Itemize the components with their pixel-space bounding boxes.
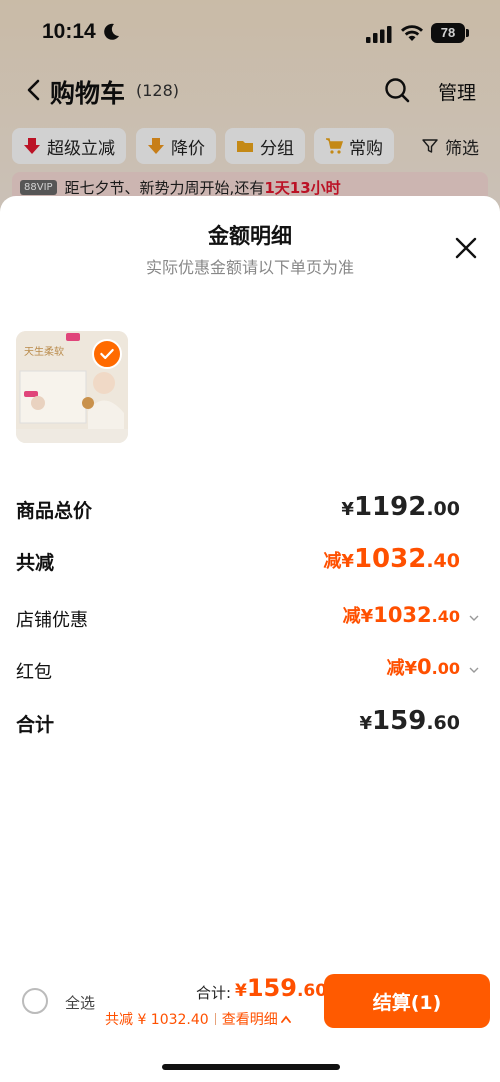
row-shop-discount[interactable]: 店铺优惠 减¥1032.40 — [16, 603, 484, 640]
home-indicator — [162, 1064, 340, 1070]
svg-text:天生柔软: 天生柔软 — [24, 345, 64, 358]
chevron-up-icon — [280, 1015, 291, 1023]
amount-detail-sheet: 金额明细 实际优惠金额请以下单页为准 天生柔软 商品总价 ¥1192.00 共减… — [0, 196, 500, 1082]
row-red-packet[interactable]: 红包 减¥0.00 — [16, 655, 484, 692]
row-goods-total: 商品总价 ¥1192.00 — [16, 492, 484, 530]
row-value: 减¥1032.40 — [342, 603, 460, 627]
chevron-down-icon — [469, 615, 479, 621]
reduction-summary: 共减 ¥ 1032.40 查看明细 — [105, 1009, 292, 1029]
row-grand-total: 合计 ¥159.60 — [16, 706, 484, 744]
divider — [214, 1013, 216, 1025]
row-total-reduction: 共减 减¥1032.40 — [16, 544, 484, 582]
row-label: 合计 — [16, 714, 55, 736]
row-label: 店铺优惠 — [16, 610, 88, 631]
select-all-checkbox[interactable] — [22, 988, 48, 1014]
view-detail-link[interactable]: 查看明细 — [222, 1012, 278, 1028]
sheet-title: 金额明细 — [208, 224, 292, 248]
row-value: ¥159.60 — [359, 706, 460, 736]
row-label: 共减 — [16, 552, 55, 574]
chevron-down-icon — [469, 667, 479, 673]
row-value: 减¥1032.40 — [323, 544, 460, 574]
checkout-bar: 全选 合计: ¥159.60 共减 ¥ 1032.40 查看明细 结算(1) — [0, 964, 500, 1044]
row-value: ¥1192.00 — [341, 492, 460, 522]
select-all-label[interactable]: 全选 — [65, 992, 95, 1013]
row-label: 红包 — [16, 662, 52, 683]
selected-check-icon — [92, 339, 122, 369]
close-icon[interactable] — [454, 236, 478, 260]
sheet-subtitle: 实际优惠金额请以下单页为准 — [145, 258, 354, 277]
checkout-button[interactable]: 结算(1) — [324, 974, 490, 1028]
row-label: 商品总价 — [16, 500, 93, 522]
row-value: 减¥0.00 — [386, 655, 461, 679]
sum-label: 合计: — [196, 984, 232, 1002]
sum-value: ¥159.60 — [235, 974, 328, 1002]
reduction-text: 共减 ¥ 1032.40 — [105, 1012, 209, 1028]
